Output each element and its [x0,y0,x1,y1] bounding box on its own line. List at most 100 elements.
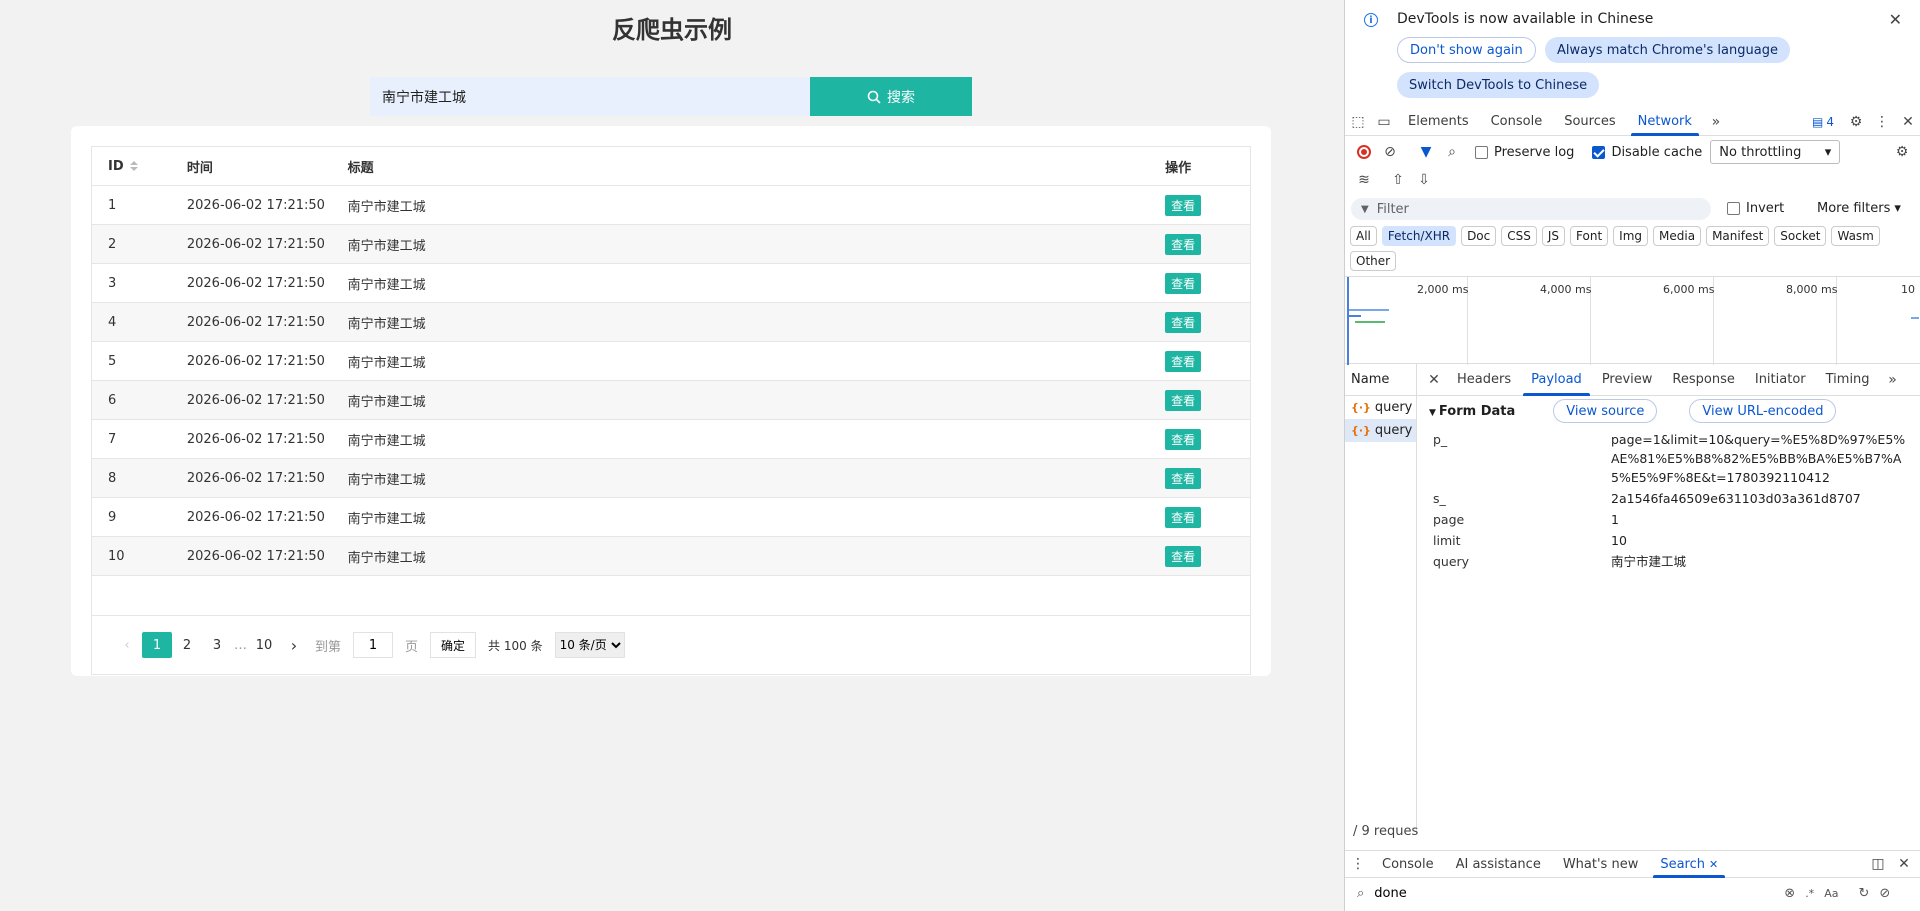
form-field-value[interactable]: 1 [1611,510,1911,529]
drawer-search-input[interactable] [1374,885,1775,901]
request-row[interactable]: {·} query [1345,396,1416,419]
type-media[interactable]: Media [1653,226,1702,246]
tab-sources[interactable]: Sources [1553,108,1626,136]
disable-cache-checkbox[interactable]: Disable cache [1592,145,1702,160]
regex-toggle[interactable]: .* [1805,887,1814,900]
page-size-select[interactable]: 10 条/页 [554,632,625,658]
device-toolbar-icon[interactable]: ▭ [1371,108,1397,136]
refresh-icon[interactable]: ↻ [1858,886,1869,901]
sort-icon[interactable] [129,161,138,171]
type-js[interactable]: JS [1541,226,1566,246]
search-network-icon[interactable]: ⌕ [1439,138,1465,166]
tab-timing[interactable]: Timing [1816,364,1880,396]
throttling-select[interactable]: No throttling ▾ [1710,140,1841,164]
view-button[interactable]: 查看 [1165,311,1202,333]
close-icon[interactable]: ✕ [1709,858,1718,871]
close-devtools-icon[interactable]: ✕ [1895,108,1920,136]
view-button[interactable]: 查看 [1165,428,1202,450]
goto-confirm-button[interactable]: 确定 [430,632,477,658]
type-socket[interactable]: Socket [1774,226,1827,246]
page-3[interactable]: 3 [202,632,232,658]
more-tabs-icon[interactable]: » [1703,108,1729,136]
close-icon[interactable]: ✕ [1889,10,1902,29]
page-1[interactable]: 1 [142,632,172,658]
type-wasm[interactable]: Wasm [1831,226,1880,246]
view-button[interactable]: 查看 [1165,389,1202,411]
issues-icon[interactable]: ▤ 4 [1803,108,1843,136]
prev-page-icon[interactable]: ‹ [112,632,142,658]
type-fetch-xhr[interactable]: Fetch/XHR [1381,226,1457,246]
more-options-icon[interactable]: ⋮ [1869,108,1895,136]
match-case-toggle[interactable]: Aa [1824,887,1838,900]
type-doc[interactable]: Doc [1461,226,1497,246]
close-drawer-icon[interactable]: ✕ [1891,850,1917,878]
search-button[interactable]: 搜索 [810,77,972,116]
filter-funnel-icon[interactable]: ▼ [1413,138,1439,166]
preserve-log-checkbox[interactable]: Preserve log [1475,145,1574,160]
network-settings-icon[interactable]: ⚙ [1889,138,1915,166]
drawer-tab-console[interactable]: Console [1371,850,1445,878]
network-timeline[interactable]: 2,000 ms 4,000 ms 6,000 ms 8,000 ms 10 [1345,276,1920,365]
drawer-tab-ai-assistance[interactable]: AI assistance [1445,850,1552,878]
cell-time: 2026-06-02 17:21:50 [186,275,325,291]
name-column-header[interactable]: Name [1345,364,1416,396]
more-detail-tabs-icon[interactable]: » [1880,366,1906,394]
view-button[interactable]: 查看 [1165,545,1202,567]
form-data-title[interactable]: ▼ Form Data [1429,404,1515,419]
tab-payload[interactable]: Payload [1521,364,1592,396]
import-har-icon[interactable]: ⇧ [1385,166,1411,194]
form-field-value[interactable]: 2a1546fa46509e631103d03a361d8707 [1611,489,1911,508]
network-conditions-icon[interactable]: ≋ [1351,166,1377,194]
type-manifest[interactable]: Manifest [1706,226,1770,246]
page-last[interactable]: 10 [249,632,279,658]
view-button[interactable]: 查看 [1165,233,1202,255]
form-field-value[interactable]: page=1&limit=10&query=%E5%8D%97%E5%AE%81… [1611,430,1911,487]
clear-icon[interactable]: ⊘ [1377,138,1403,166]
drawer-menu-icon[interactable]: ⋮ [1345,850,1371,878]
drawer-tab-search[interactable]: Search ✕ [1649,850,1729,878]
tab-initiator[interactable]: Initiator [1745,364,1816,396]
form-field-value[interactable]: 10 [1611,531,1911,550]
inspect-element-icon[interactable]: ⬚ [1345,108,1371,136]
switch-to-chinese-button[interactable]: Switch DevTools to Chinese [1397,72,1600,98]
tab-network[interactable]: Network [1627,108,1703,136]
goto-page-input[interactable] [353,632,394,658]
dock-drawer-icon[interactable]: ◫ [1865,850,1891,878]
view-button[interactable]: 查看 [1165,272,1202,294]
tab-elements[interactable]: Elements [1397,108,1480,136]
view-source-button[interactable]: View source [1553,399,1658,423]
type-img[interactable]: Img [1613,226,1649,246]
export-har-icon[interactable]: ⇩ [1411,166,1437,194]
settings-gear-icon[interactable]: ⚙ [1843,108,1869,136]
record-icon[interactable] [1351,138,1377,166]
type-css[interactable]: CSS [1501,226,1537,246]
next-page-icon[interactable]: › [279,632,309,658]
request-row-selected[interactable]: {·} query [1345,419,1416,442]
form-field-value[interactable]: 南宁市建工城 [1611,552,1911,571]
invert-checkbox[interactable]: Invert [1727,201,1784,216]
clear-icon[interactable]: ⊘ [1879,886,1890,901]
header-id[interactable]: ID [92,159,187,174]
view-button[interactable]: 查看 [1165,194,1202,216]
search-input[interactable] [370,77,810,116]
tab-response[interactable]: Response [1662,364,1744,396]
cell-id: 7 [108,431,117,447]
view-button[interactable]: 查看 [1165,506,1202,528]
page-2[interactable]: 2 [172,632,202,658]
more-filters-button[interactable]: More filters ▾ [1817,201,1901,216]
tab-console[interactable]: Console [1480,108,1554,136]
view-button[interactable]: 查看 [1165,467,1202,489]
dont-show-again-button[interactable]: Don't show again [1397,37,1536,63]
always-match-language-button[interactable]: Always match Chrome's language [1545,37,1790,63]
clear-search-icon[interactable]: ⊗ [1784,886,1795,901]
view-url-encoded-button[interactable]: View URL-encoded [1689,399,1837,423]
tab-headers[interactable]: Headers [1447,364,1521,396]
tab-preview[interactable]: Preview [1592,364,1663,396]
type-all[interactable]: All [1350,226,1377,246]
view-button[interactable]: 查看 [1165,350,1202,372]
filter-input[interactable]: ▼ Filter [1351,198,1711,220]
type-font[interactable]: Font [1570,226,1609,246]
close-details-icon[interactable]: ✕ [1421,366,1447,394]
type-other[interactable]: Other [1350,251,1397,271]
drawer-tab-whats-new[interactable]: What's new [1552,850,1650,878]
